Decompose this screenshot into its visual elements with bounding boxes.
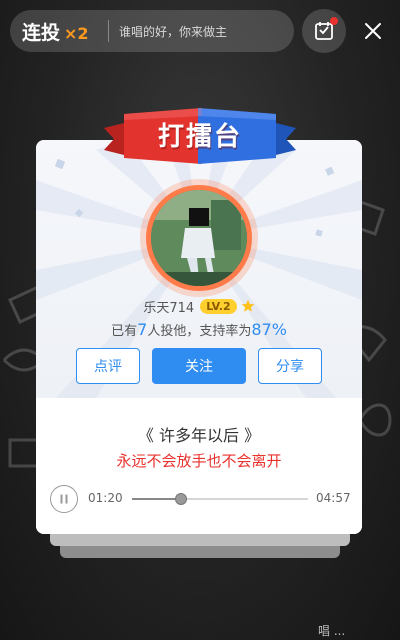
total-time: 04:57: [316, 491, 351, 505]
song-title: 《 许多年以后 》: [137, 426, 261, 445]
combo-divider: [108, 20, 109, 42]
vote-count: 7: [137, 320, 148, 339]
combo-multiplier: ×2: [64, 23, 89, 43]
support-rate: 87%: [251, 320, 287, 339]
ticket-button[interactable]: [302, 9, 346, 53]
combo-counter: 连投 ×2: [10, 18, 102, 45]
progress-fill: [132, 498, 182, 500]
progress-thumb[interactable]: [175, 493, 188, 505]
combo-vote-bar[interactable]: 连投 ×2 谁唱的好，你来做主: [10, 10, 294, 52]
level-badge: LV.2: [200, 298, 237, 314]
share-button[interactable]: 分享: [258, 348, 322, 384]
follow-button[interactable]: 关注: [152, 348, 246, 384]
combo-label: 连投: [22, 21, 61, 44]
singer-avatar[interactable]: [151, 190, 247, 286]
vote-prefix: 已有: [111, 324, 138, 339]
screen: 连投 ×2 谁唱的好，你来做主 乐天714 LV.2 已有7人投他，支持率为87…: [0, 0, 400, 640]
arena-card: 乐天714 LV.2 已有7人投他，支持率为87% 点评 关注 分享 《 许多年…: [36, 140, 362, 534]
current-time: 01:20: [88, 491, 123, 505]
close-button[interactable]: [356, 14, 390, 48]
pause-button[interactable]: [50, 485, 78, 513]
topbar-slogan: 谁唱的好，你来做主: [119, 24, 228, 39]
star-icon: [241, 299, 255, 312]
comment-button[interactable]: 点评: [76, 348, 140, 384]
singer-name[interactable]: 乐天714: [143, 297, 194, 316]
watermark: 唱 ...: [318, 624, 346, 638]
action-buttons: 点评 关注 分享: [36, 348, 362, 388]
card-header-area: 乐天714 LV.2 已有7人投他，支持率为87% 点评 关注 分享: [36, 140, 362, 398]
notification-dot: [330, 17, 338, 25]
arena-banner: [104, 108, 296, 164]
lyric-line: 永远不会放手也不会离开: [116, 452, 282, 470]
card-stack-back: [60, 544, 340, 558]
singer-info-row: 乐天714 LV.2: [36, 295, 362, 317]
vote-summary: 已有7人投他，支持率为87%: [36, 320, 362, 342]
close-icon: [365, 23, 381, 39]
progress-track[interactable]: [132, 493, 308, 505]
audio-player: 01:20 04:57: [36, 484, 362, 514]
avatar-photo: [151, 190, 247, 286]
pause-icon: [60, 494, 68, 504]
vote-middle: 人投他，支持率为: [147, 324, 252, 339]
